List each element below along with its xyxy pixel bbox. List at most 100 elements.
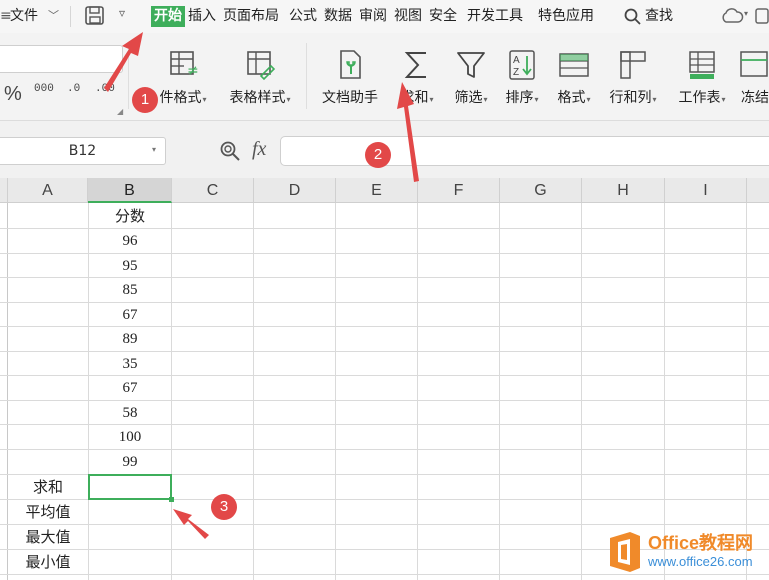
filter-button[interactable]: 筛选▾ <box>446 33 496 121</box>
cell-a15[interactable]: 最小值 <box>8 550 88 574</box>
cell-b11[interactable]: 99 <box>88 450 172 474</box>
tab-review[interactable]: 审阅 <box>359 6 387 27</box>
worksheet-label: 工作表 <box>678 90 721 106</box>
ribbon: % 000 .0 .00 ◢ ≠ 件格式▾ 表格样式▾ 文档助手 求和▾ 筛选▾… <box>0 33 769 121</box>
tab-developer[interactable]: 开发工具 <box>467 6 523 27</box>
sum-label: 求和 <box>400 90 429 106</box>
tab-data[interactable]: 数据 <box>324 6 352 27</box>
table-style-icon <box>247 51 276 81</box>
name-box-value: B12 <box>68 143 97 159</box>
active-cell-b12[interactable] <box>88 474 172 500</box>
chevron-down-icon: ▾ <box>483 95 488 104</box>
column-header-c[interactable]: C <box>172 178 254 203</box>
formula-input[interactable] <box>280 136 769 166</box>
cell-b3[interactable]: 95 <box>88 254 172 278</box>
column-header-f[interactable]: F <box>418 178 500 203</box>
chevron-down-icon: ▾ <box>652 95 657 104</box>
search-icon[interactable] <box>624 8 642 26</box>
chevron-down-icon[interactable]: ▾ <box>152 145 156 154</box>
percent-button[interactable]: % <box>4 83 22 106</box>
cell-a14[interactable]: 最大值 <box>8 525 88 549</box>
dialog-launcher-icon[interactable]: ◢ <box>117 107 123 116</box>
column-header-j[interactable] <box>747 178 769 203</box>
cell-b4[interactable]: 85 <box>88 278 172 302</box>
worksheet-icon <box>689 51 715 79</box>
cell-a13[interactable]: 平均值 <box>8 500 88 524</box>
chevron-down-icon: ▾ <box>286 95 291 104</box>
conditional-format-button[interactable]: ≠ 件格式▾ <box>150 33 216 121</box>
number-format-box[interactable] <box>0 45 123 73</box>
cell-b10[interactable]: 100 <box>88 425 172 449</box>
tab-home[interactable]: 开始 <box>151 6 185 27</box>
table-style-label: 表格样式 <box>229 90 286 106</box>
sort-button[interactable]: A Z 排序▾ <box>498 33 546 121</box>
doc-helper-icon <box>340 50 361 79</box>
filter-label: 筛选 <box>454 90 483 106</box>
chevron-down-icon: ▾ <box>721 95 726 104</box>
sort-label: 排序 <box>505 90 534 106</box>
tab-security[interactable]: 安全 <box>429 6 457 27</box>
svg-text:Z: Z <box>513 67 519 78</box>
chevron-down-icon[interactable]: ▾ <box>744 9 748 18</box>
column-header-e[interactable]: E <box>336 178 418 203</box>
cloud-icon[interactable] <box>720 7 744 25</box>
cell-b9[interactable]: 58 <box>88 401 172 425</box>
column-header-b[interactable]: B <box>88 178 172 203</box>
row-header-corner[interactable] <box>0 178 8 203</box>
doc-helper-label: 文档助手 <box>322 90 378 106</box>
annotation-badge-1: 1 <box>132 87 158 113</box>
format-label: 格式 <box>557 90 586 106</box>
ribbon-separator <box>306 43 307 109</box>
cell-b7[interactable]: 35 <box>88 352 172 376</box>
format-button[interactable]: 格式▾ <box>550 33 598 121</box>
chevron-down-icon: ▾ <box>586 95 591 104</box>
cell-a12[interactable]: 求和 <box>8 475 88 499</box>
watermark-title: Office教程网 <box>648 533 754 553</box>
format-icon <box>559 53 589 77</box>
row-col-button[interactable]: 行和列▾ <box>602 33 664 121</box>
worksheet-button[interactable]: 工作表▾ <box>670 33 734 121</box>
column-header-d[interactable]: D <box>254 178 336 203</box>
cell-b5[interactable]: 67 <box>88 303 172 327</box>
tab-page-layout[interactable]: 页面布局 <box>223 6 279 27</box>
table-style-button[interactable]: 表格样式▾ <box>222 33 298 121</box>
chevron-down-icon: ▾ <box>202 95 207 104</box>
freeze-button[interactable]: 冻结 <box>738 33 769 121</box>
fx-icon[interactable]: fx <box>252 138 266 161</box>
name-box[interactable]: B12 <box>0 137 166 165</box>
window-icon[interactable] <box>755 8 769 24</box>
quick-access-dropdown-icon[interactable]: ▿ <box>119 6 125 20</box>
cell-b2[interactable]: 96 <box>88 229 172 253</box>
sort-icon: A Z <box>509 50 535 80</box>
tab-view[interactable]: 视图 <box>394 6 422 27</box>
zoom-icon[interactable] <box>219 140 241 162</box>
cell-b8[interactable]: 67 <box>88 376 172 400</box>
svg-text:A: A <box>513 55 520 66</box>
column-header-a[interactable]: A <box>8 178 88 203</box>
tab-formulas[interactable]: 公式 <box>289 6 317 27</box>
column-header-i[interactable]: I <box>665 178 747 203</box>
row-col-label: 行和列 <box>609 90 652 106</box>
menu-file[interactable]: 文件 <box>10 6 38 27</box>
column-header-h[interactable]: H <box>582 178 665 203</box>
menu-divider <box>70 6 71 27</box>
column-header-g[interactable]: G <box>500 178 582 203</box>
decrease-decimal-button[interactable]: .00 <box>95 83 115 95</box>
tab-insert[interactable]: 插入 <box>188 6 216 27</box>
search-label[interactable]: 查找 <box>645 6 673 27</box>
row-col-icon <box>620 51 646 79</box>
freeze-label: 冻结 <box>741 90 769 106</box>
filter-icon <box>457 52 485 78</box>
increase-decimal-button[interactable]: .0 <box>67 83 80 95</box>
fill-handle[interactable] <box>169 497 174 502</box>
doc-helper-button[interactable]: 文档助手 <box>316 33 384 121</box>
tab-features[interactable]: 特色应用 <box>538 6 594 27</box>
thousands-button[interactable]: 000 <box>34 83 54 95</box>
chevron-down-icon: ▾ <box>534 95 539 104</box>
cell-b6[interactable]: 89 <box>88 327 172 351</box>
sum-button[interactable]: 求和▾ <box>390 33 444 121</box>
cell-b1[interactable]: 分数 <box>88 204 172 228</box>
chevron-down-icon[interactable]: ﹀ <box>48 7 59 23</box>
watermark: Office教程网 www.office26.com <box>600 524 769 580</box>
save-icon[interactable] <box>84 5 106 27</box>
